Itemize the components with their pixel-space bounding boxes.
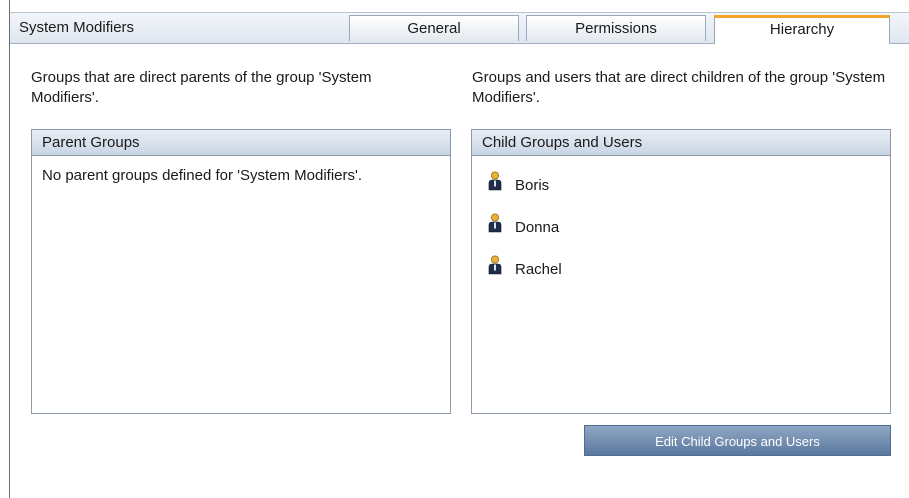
tab-permissions[interactable]: Permissions [526, 15, 706, 41]
hierarchy-page: System Modifiers General Permissions Hie… [9, 0, 909, 498]
child-name: Donna [515, 218, 560, 236]
parent-groups-empty-text: No parent groups defined for 'System Mod… [42, 167, 363, 184]
tab-hierarchy[interactable]: Hierarchy [714, 15, 890, 44]
user-icon [488, 213, 502, 233]
user-icon [488, 255, 502, 275]
child-groups-panel: Child Groups and Users Boris Donna Rache… [471, 129, 891, 414]
children-description: Groups and users that are direct childre… [472, 69, 886, 106]
child-name: Boris [515, 176, 550, 194]
list-item[interactable]: Donna [488, 206, 890, 248]
user-icon [488, 171, 502, 191]
child-name: Rachel [515, 260, 562, 278]
list-item[interactable]: Boris [488, 164, 890, 206]
parent-groups-header: Parent Groups [32, 130, 450, 156]
parent-groups-panel: Parent Groups No parent groups defined f… [31, 129, 451, 414]
parents-description: Groups that are direct parents of the gr… [31, 69, 372, 106]
list-item[interactable]: Rachel [488, 248, 890, 290]
edit-child-groups-button[interactable]: Edit Child Groups and Users [584, 425, 891, 456]
page-title: System Modifiers [19, 19, 135, 36]
child-groups-header: Child Groups and Users [472, 130, 890, 156]
child-list: Boris Donna Rachel [472, 156, 890, 290]
header-bar: System Modifiers General Permissions Hie… [10, 12, 909, 44]
tab-general[interactable]: General [349, 15, 519, 41]
